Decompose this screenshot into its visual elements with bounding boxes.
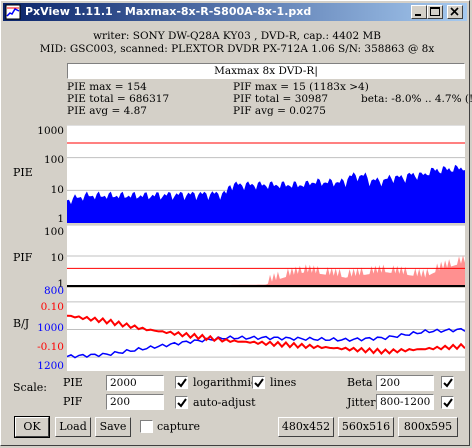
pie-tick-10: 10 bbox=[50, 184, 64, 196]
writer-info: writer: SONY DW-Q28A KY03 , DVD-R, cap.:… bbox=[93, 30, 381, 42]
pie-scale-input[interactable]: 2000 bbox=[106, 375, 164, 391]
close-button[interactable] bbox=[447, 5, 463, 19]
save-button[interactable]: Save bbox=[95, 417, 131, 437]
beta-tick-neg: -0.10 bbox=[37, 341, 64, 353]
lines-label: lines bbox=[270, 376, 297, 389]
size-800x595-button[interactable]: 800x595 bbox=[398, 417, 458, 437]
jitter-tick-800: 800 bbox=[43, 285, 64, 297]
checkmark-icon bbox=[254, 378, 264, 388]
checkmark-icon bbox=[177, 398, 187, 408]
pif-tick-10: 10 bbox=[50, 252, 64, 264]
beta-checkbox[interactable] bbox=[441, 376, 454, 389]
pie-tick-100: 100 bbox=[43, 154, 64, 166]
disc-title-input[interactable]: Maxmax 8x DVD-R| bbox=[67, 63, 465, 79]
pie-max: PIE max = 154 bbox=[67, 81, 147, 93]
jitter-scale-input[interactable]: 800-1200 bbox=[376, 394, 434, 410]
close-icon bbox=[450, 7, 459, 16]
bj-chart bbox=[67, 288, 465, 371]
pif-scale-input[interactable]: 200 bbox=[106, 394, 164, 410]
size-480x452-button[interactable]: 480x452 bbox=[278, 417, 334, 437]
maximize-icon bbox=[430, 7, 440, 16]
jitter-tick-1000: 1000 bbox=[37, 322, 64, 334]
bj-chart-svg bbox=[67, 301, 465, 359]
scale-label: Scale: bbox=[13, 381, 47, 394]
logarithmic-checkbox[interactable] bbox=[175, 376, 188, 389]
logarithmic-label: logarithmic bbox=[193, 376, 258, 389]
maximize-button[interactable] bbox=[427, 5, 443, 19]
pie-scale-label: PIE bbox=[63, 376, 83, 389]
pif-chart-svg bbox=[67, 225, 465, 287]
app-icon bbox=[5, 4, 21, 20]
pif-total: PIF total = 30987 bbox=[233, 93, 329, 105]
beta-scale-input[interactable]: 200 bbox=[376, 375, 434, 391]
pif-avg: PIF avg = 0.0275 bbox=[233, 105, 326, 117]
pif-scale-label: PIF bbox=[63, 395, 83, 408]
minimize-button[interactable] bbox=[411, 5, 427, 19]
checkmark-icon bbox=[443, 398, 453, 408]
title-bar[interactable]: PxView 1.11.1 - Maxmax-8x-R-S800A-8x-1.p… bbox=[3, 3, 467, 21]
pif-chart bbox=[67, 225, 465, 287]
lines-checkbox[interactable] bbox=[252, 376, 265, 389]
jitter-line bbox=[67, 327, 465, 359]
pie-chart bbox=[67, 125, 465, 223]
beta-range: beta: -8.0% .. 4.7% (!) bbox=[361, 93, 472, 105]
window-title: PxView 1.11.1 - Maxmax-8x-R-S800A-8x-1.p… bbox=[25, 5, 312, 18]
capture-checkbox[interactable] bbox=[140, 420, 153, 433]
capture-label: capture bbox=[157, 420, 201, 433]
autoadjust-checkbox[interactable] bbox=[175, 396, 188, 409]
pie-axis-label: PIE bbox=[13, 166, 33, 179]
pie-tick-1: 1 bbox=[57, 213, 64, 225]
jitter-checkbox[interactable] bbox=[441, 396, 454, 409]
ok-button[interactable]: OK bbox=[14, 416, 50, 438]
pie-area bbox=[67, 164, 465, 223]
scan-info: MID: GSC003, scanned: PLEXTOR DVDR PX-71… bbox=[39, 43, 435, 55]
pie-avg: PIE avg = 4.87 bbox=[67, 105, 147, 117]
pif-area bbox=[67, 255, 465, 287]
app-window: PxView 1.11.1 - Maxmax-8x-R-S800A-8x-1.p… bbox=[0, 0, 472, 446]
minimize-icon bbox=[415, 14, 421, 16]
jitter-tick-1200: 1200 bbox=[37, 360, 64, 372]
beta-tick-pos: 0.10 bbox=[40, 301, 64, 313]
pif-max: PIF max = 15 (1183x >4) bbox=[233, 81, 369, 93]
load-button[interactable]: Load bbox=[55, 417, 91, 437]
jitter-scale-label: Jitter bbox=[347, 396, 376, 409]
checkmark-icon bbox=[177, 378, 187, 388]
pie-total: PIE total = 686317 bbox=[67, 93, 170, 105]
pie-chart-svg bbox=[67, 125, 465, 223]
checkmark-icon bbox=[443, 378, 453, 388]
pif-tick-100: 100 bbox=[43, 226, 64, 238]
beta-scale-label: Beta bbox=[347, 376, 373, 389]
pie-tick-1000: 1000 bbox=[37, 125, 64, 137]
autoadjust-label: auto-adjust bbox=[193, 396, 256, 409]
size-560x516-button[interactable]: 560x516 bbox=[338, 417, 394, 437]
